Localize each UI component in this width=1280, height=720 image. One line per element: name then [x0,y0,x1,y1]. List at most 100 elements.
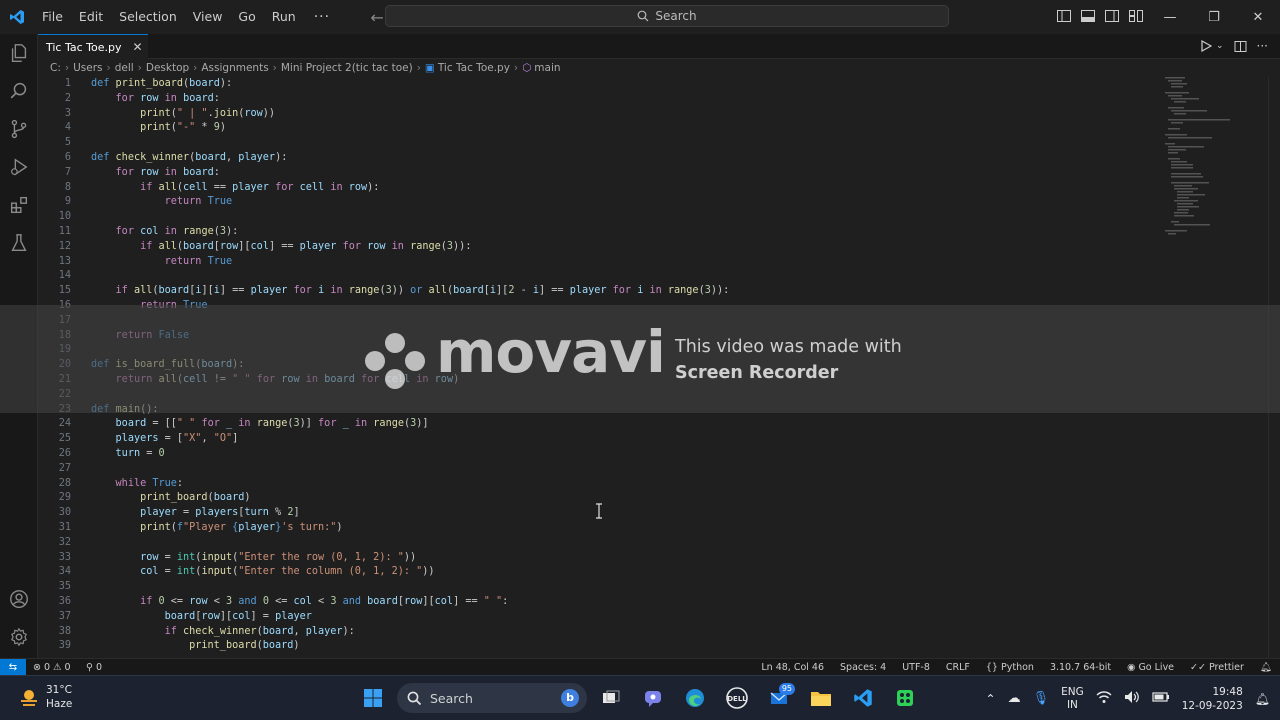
recorder-app-icon[interactable] [887,681,923,715]
code-line[interactable]: 2 for row in board: [38,92,1163,107]
code-line[interactable]: 4 print("-" * 9) [38,121,1163,136]
toggle-primary-sidebar-icon[interactable] [1056,8,1072,24]
close-window-icon[interactable]: ✕ [1236,0,1280,34]
code-line[interactable]: 7 for row in board: [38,166,1163,181]
task-view-icon[interactable] [593,681,629,715]
code-line[interactable]: 9 return True [38,195,1163,210]
code-line[interactable]: 8 if all(cell == player for cell in row)… [38,181,1163,196]
prettier-button[interactable]: ✓✓ Prettier [1190,662,1244,673]
toggle-panel-icon[interactable] [1080,8,1096,24]
menu-file[interactable]: File [34,0,71,34]
split-editor-icon[interactable] [1234,40,1247,53]
breadcrumb-assignments[interactable]: Assignments [201,62,268,74]
dell-app-icon[interactable]: DELL [719,681,755,715]
code-line[interactable]: 28 while True: [38,477,1163,492]
code-line[interactable]: 35 [38,580,1163,595]
code-text: return True [164,255,233,267]
code-line[interactable]: 39 print_board(board) [38,639,1163,654]
code-line[interactable]: 10 [38,210,1163,225]
breadcrumb-users[interactable]: Users [73,62,102,74]
code-line[interactable]: 34 col = int(input("Enter the column (0,… [38,565,1163,580]
line-ending[interactable]: CRLF [946,662,970,673]
file-explorer-icon[interactable] [803,681,839,715]
code-line[interactable]: 11 for col in range(3): [38,225,1163,240]
show-hidden-icons-chevron-icon[interactable]: ⌃ [986,692,996,706]
code-line[interactable]: 24 board = [[" " for _ in range(3)] for … [38,417,1163,432]
run-debug-icon[interactable] [0,148,38,186]
breadcrumb-dell[interactable]: dell [115,62,134,74]
run-dropdown-chevron-icon[interactable]: ⌄ [1216,41,1224,51]
input-language[interactable]: ENG IN [1061,686,1084,712]
settings-gear-icon[interactable] [0,618,38,656]
code-line[interactable]: 37 board[row][col] = player [38,610,1163,625]
code-line[interactable]: 36 if 0 <= row < 3 and 0 <= col < 3 and … [38,595,1163,610]
problems-indicator[interactable]: ⊗ 0 ⚠ 0 [33,659,71,675]
minimize-icon[interactable]: — [1148,0,1192,34]
explorer-icon[interactable] [0,34,38,72]
mail-app-icon[interactable]: 95 [761,681,797,715]
menu-selection[interactable]: Selection [111,0,185,34]
menu-edit[interactable]: Edit [71,0,111,34]
code-line[interactable]: 5 [38,136,1163,151]
volume-icon[interactable] [1124,690,1140,707]
file-encoding[interactable]: UTF-8 [902,662,930,673]
code-line[interactable]: 6 def check_winner(board, player): [38,151,1163,166]
clock[interactable]: 19:48 12-09-2023 [1182,685,1243,713]
code-line[interactable]: 14 [38,269,1163,284]
edge-browser-icon[interactable] [677,681,713,715]
code-line[interactable]: 27 [38,462,1163,477]
run-python-file-icon[interactable] [1200,40,1212,52]
code-line[interactable]: 38 if check_winner(board, player): [38,625,1163,640]
customize-layout-icon[interactable] [1128,8,1144,24]
breadcrumb-project-folder[interactable]: Mini Project 2(tic tac toe) [281,62,413,74]
battery-icon[interactable] [1152,691,1170,706]
wifi-icon[interactable] [1096,690,1112,707]
close-tab-icon[interactable]: ✕ [133,40,143,54]
cursor-position[interactable]: Ln 48, Col 46 [761,662,824,673]
menu-more-icon[interactable]: ··· [304,9,340,25]
microphone-icon[interactable]: 🎙︎ [1033,691,1050,706]
ports-indicator[interactable]: ⚲ 0 [86,659,102,675]
more-actions-icon[interactable]: ··· [1257,39,1268,53]
tab-tic-tac-toe[interactable]: Tic Tac Toe.py ✕ [38,34,148,59]
windows-start-icon[interactable] [355,681,391,715]
code-line[interactable]: 32 [38,536,1163,551]
code-line[interactable]: 1 def print_board(board): [38,77,1163,92]
vscode-taskbar-icon[interactable] [845,681,881,715]
testing-icon[interactable] [0,224,38,262]
code-line[interactable]: 13 return True [38,255,1163,270]
go-live-button[interactable]: ◉ Go Live [1127,662,1174,673]
taskbar-search[interactable]: Search b [397,683,587,713]
code-line[interactable]: 33 row = int(input("Enter the row (0, 1,… [38,551,1163,566]
weather-widget[interactable]: 31°C Haze [18,683,72,711]
menu-view[interactable]: View [185,0,231,34]
accounts-icon[interactable] [0,580,38,618]
code-line[interactable]: 25 players = ["X", "O"] [38,432,1163,447]
remote-indicator-icon[interactable]: ⇆ [0,659,26,675]
notification-center-icon[interactable]: 🔔︎ [1255,692,1270,706]
menu-go[interactable]: Go [230,0,263,34]
language-mode[interactable]: {} Python [986,662,1034,673]
line-number: 34 [58,566,71,578]
teams-chat-icon[interactable] [635,681,671,715]
breadcrumb-drive[interactable]: C: [50,62,61,74]
extensions-icon[interactable] [0,186,38,224]
indentation[interactable]: Spaces: 4 [840,662,886,673]
search-icon[interactable] [0,72,38,110]
restore-icon[interactable]: ❐ [1192,0,1236,34]
breadcrumb-file[interactable]: Tic Tac Toe.py [438,62,510,74]
breadcrumb-symbol[interactable]: main [534,62,560,74]
onedrive-cloud-icon[interactable]: ☁ [1008,691,1021,706]
code-line[interactable]: 3 print(" | ".join(row)) [38,107,1163,122]
python-interpreter[interactable]: 3.10.7 64-bit [1050,662,1111,673]
command-center-search[interactable]: Search [385,5,949,27]
code-line[interactable]: 26 turn = 0 [38,447,1163,462]
notifications-bell-icon[interactable]: 🔔︎ [1260,662,1272,673]
toggle-secondary-sidebar-icon[interactable] [1104,8,1120,24]
code-line[interactable]: 12 if all(board[row][col] == player for … [38,240,1163,255]
code-line[interactable]: 15 if all(board[i][i] == player for i in… [38,284,1163,299]
source-control-icon[interactable] [0,110,38,148]
code-line[interactable]: 31 print(f"Player {player}'s turn:") [38,521,1163,536]
menu-run[interactable]: Run [264,0,304,34]
breadcrumb-desktop[interactable]: Desktop [146,62,189,74]
